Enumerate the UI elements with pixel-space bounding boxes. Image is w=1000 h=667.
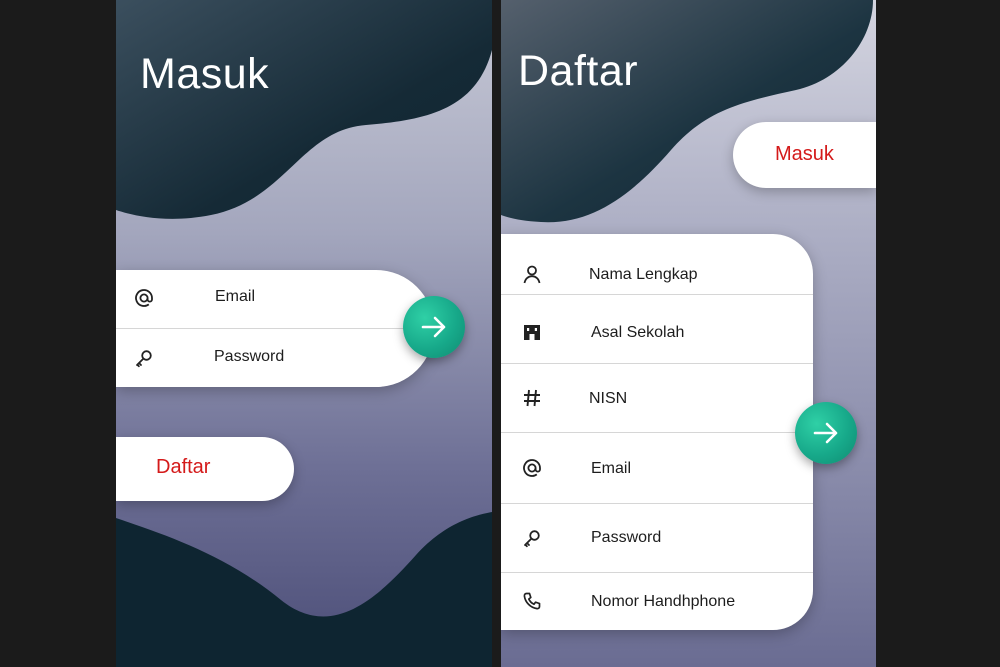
arrow-right-icon [421, 316, 446, 338]
password-label: Password [591, 529, 662, 546]
register-form-card: Nama Lengkap Asal Sekolah NISN Email Pas… [501, 234, 813, 630]
school-icon [521, 321, 543, 343]
password-field[interactable]: Password [501, 504, 813, 572]
key-icon [133, 347, 155, 369]
page-title: Masuk [140, 50, 270, 98]
school-label: Asal Sekolah [591, 324, 685, 341]
phone-field[interactable]: Nomor Handhphone [501, 573, 813, 630]
email-field[interactable]: Email [116, 270, 434, 328]
email-label: Email [215, 288, 256, 305]
person-icon [521, 263, 543, 285]
nisn-field[interactable]: NISN [501, 364, 813, 432]
key-icon [521, 527, 543, 549]
nisn-label: NISN [589, 390, 628, 407]
full-name-label: Nama Lengkap [589, 266, 698, 283]
school-field[interactable]: Asal Sekolah [501, 295, 813, 363]
email-field[interactable]: Email [501, 433, 813, 503]
full-name-field[interactable]: Nama Lengkap [501, 254, 813, 294]
login-switch-label: Masuk [775, 143, 834, 165]
email-label: Email [591, 460, 632, 477]
login-submit-button[interactable] [403, 296, 465, 358]
phone-label: Nomor Handhphone [591, 593, 736, 610]
arrow-right-icon [813, 422, 838, 444]
password-field[interactable]: Password [116, 329, 434, 387]
at-icon [133, 287, 155, 309]
login-form-card: Email Password [116, 270, 434, 387]
register-switch-button[interactable]: Daftar [116, 437, 294, 501]
phone-icon [521, 590, 543, 612]
login-switch-button[interactable]: Masuk [733, 122, 876, 188]
page-title: Daftar [518, 47, 639, 95]
register-submit-button[interactable] [795, 402, 857, 464]
hash-icon [521, 387, 543, 409]
register-screen: Daftar Masuk Nama Lengkap Asal Sekolah N… [501, 0, 876, 667]
login-screen: Masuk Email Password Daftar [116, 0, 492, 667]
password-label: Password [214, 348, 285, 365]
register-switch-label: Daftar [156, 456, 211, 478]
at-icon [521, 457, 543, 479]
